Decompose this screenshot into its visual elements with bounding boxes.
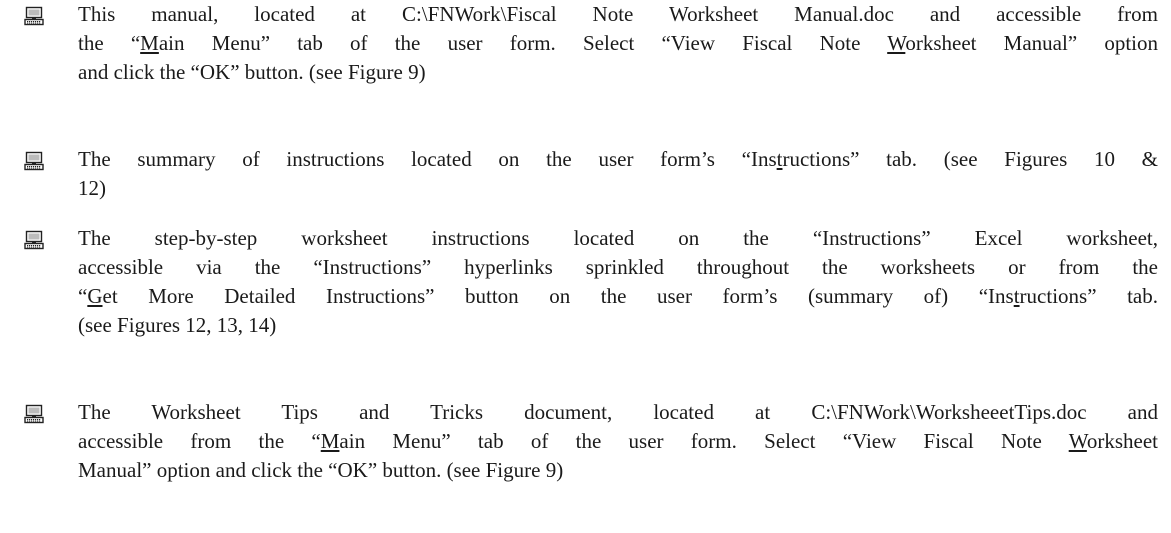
access-key-letter: G [87,284,103,308]
text-run: ain Menu” tab of the user form. Select “… [158,31,888,55]
text-run: orksheet [1086,429,1158,453]
text-run: The Worksheet Tips and Tricks document, … [78,400,1158,424]
text-run: Manual” option and click the “OK” button… [78,458,564,482]
text-line: The Worksheet Tips and Tricks document, … [78,398,1158,427]
text-line: Manual” option and click the “OK” button… [78,456,1158,485]
text-run: 12) [78,176,106,200]
text-run: This manual, located at C:\FNWork\Fiscal… [78,2,1158,26]
text-run: ructions” tab. [1019,284,1158,308]
text-run: and click the “OK” button. (see Figure 9… [78,60,426,84]
computer-icon [24,229,44,250]
access-key-letter: M [140,31,159,55]
text-run: et More Detailed Instructions” button on… [102,284,1014,308]
bullet-text-step-by-step: The step-by-step worksheet instructions … [78,224,1158,340]
text-run: the “ [78,31,141,55]
computer-icon [24,403,44,424]
text-run: accessible from the “ [78,429,321,453]
text-run: The summary of instructions located on t… [78,147,777,171]
bullet-text-summary-instructions: The summary of instructions located on t… [78,145,1158,203]
text-run: (see Figures 12, 13, 14) [78,313,277,337]
text-line: accessible via the “Instructions” hyperl… [78,253,1158,282]
text-line: This manual, located at C:\FNWork\Fiscal… [78,0,1158,29]
text-run: “ [78,284,88,308]
access-key-letter: W [1068,429,1087,453]
bullet-text-tips-and-tricks: The Worksheet Tips and Tricks document, … [78,398,1158,485]
text-line: the “Main Menu” tab of the user form. Se… [78,29,1158,58]
text-run: ructions” tab. (see Figures 10 & [782,147,1158,171]
text-run: orksheet Manual” option [905,31,1158,55]
text-line: (see Figures 12, 13, 14) [78,311,1158,340]
text-run: ain Menu” tab of the user form. Select “… [339,429,1069,453]
access-key-letter: W [887,31,906,55]
computer-icon [24,150,44,171]
text-line: accessible from the “Main Menu” tab of t… [78,427,1158,456]
text-run: accessible via the “Instructions” hyperl… [78,255,1158,279]
text-line: The step-by-step worksheet instructions … [78,224,1158,253]
computer-icon [24,5,44,26]
text-line: 12) [78,174,1158,203]
document-page: This manual, located at C:\FNWork\Fiscal… [0,0,1171,533]
text-line: The summary of instructions located on t… [78,145,1158,174]
access-key-letter: M [320,429,340,453]
text-line: and click the “OK” button. (see Figure 9… [78,58,1158,87]
text-line: “Get More Detailed Instructions” button … [78,282,1158,311]
text-run: The step-by-step worksheet instructions … [78,226,1158,250]
bullet-text-manual: This manual, located at C:\FNWork\Fiscal… [78,0,1158,87]
